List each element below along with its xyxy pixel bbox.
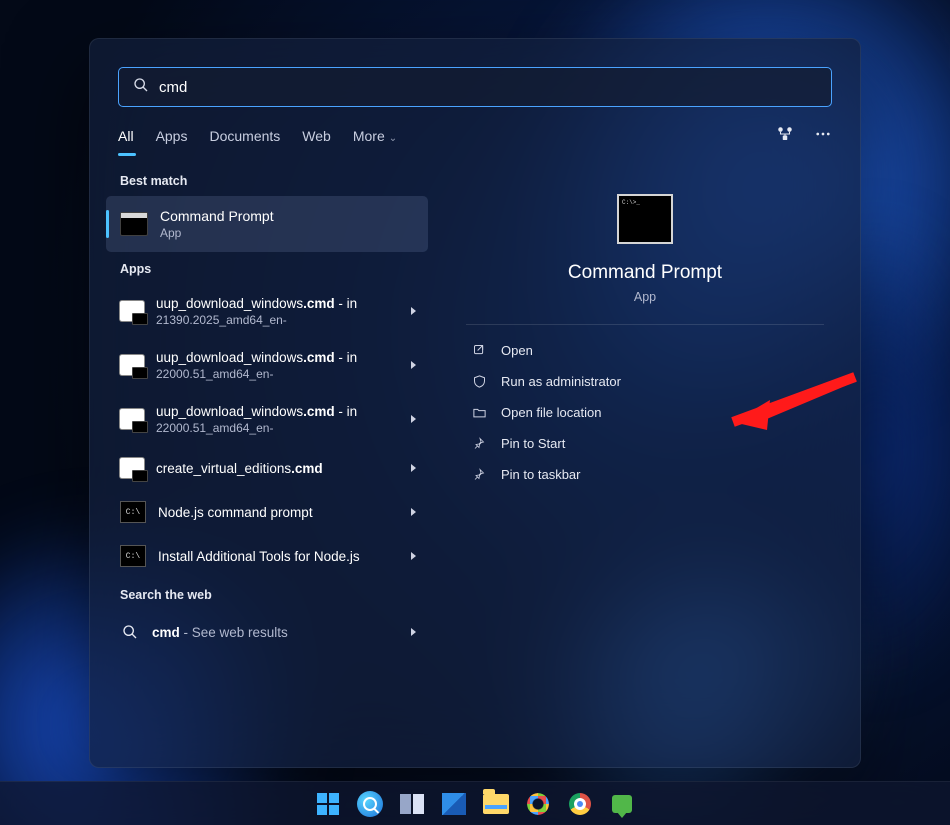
command-prompt-large-icon	[617, 194, 673, 244]
taskbar-chat[interactable]	[607, 789, 637, 819]
preview-pane: Command Prompt App Open Run as administr…	[442, 164, 848, 751]
app-result-item[interactable]: C:\ Node.js command prompt	[106, 490, 428, 534]
filter-tab-all[interactable]: All	[118, 128, 134, 154]
filter-tab-documents[interactable]: Documents	[209, 128, 280, 154]
taskbar-start-button[interactable]	[313, 789, 343, 819]
chevron-right-icon	[411, 415, 416, 423]
filter-tab-more[interactable]: More⌄	[353, 128, 397, 154]
app-result-item[interactable]: uup_download_windows.cmd - in 22000.51_a…	[106, 392, 428, 446]
taskbar-search-button[interactable]	[355, 789, 385, 819]
chevron-right-icon	[411, 552, 416, 560]
chevron-right-icon	[411, 508, 416, 516]
taskbar	[0, 781, 950, 825]
chevron-right-icon	[411, 464, 416, 472]
chevron-right-icon	[411, 307, 416, 315]
open-icon	[472, 343, 487, 358]
filter-row: All Apps Documents Web More⌄	[118, 125, 832, 156]
app-result-item[interactable]: C:\ Install Additional Tools for Node.js	[106, 534, 428, 578]
node-cmd-icon: C:\	[120, 501, 146, 523]
taskbar-chrome[interactable]	[565, 789, 595, 819]
node-cmd-icon: C:\	[120, 545, 146, 567]
chevron-right-icon	[411, 628, 416, 636]
search-box[interactable]	[118, 67, 832, 107]
filter-tab-web[interactable]: Web	[302, 128, 331, 154]
best-match-title: Command Prompt	[160, 208, 414, 224]
app-result-item[interactable]: uup_download_windows.cmd - in 21390.2025…	[106, 284, 428, 338]
taskbar-taskview-button[interactable]	[397, 789, 427, 819]
web-result-item[interactable]: cmd - See web results	[106, 610, 428, 654]
search-web-label: Search the web	[120, 588, 428, 602]
taskbar-widgets-button[interactable]	[439, 789, 469, 819]
command-prompt-icon	[120, 212, 148, 236]
cmd-file-icon	[120, 355, 144, 375]
best-match-subtitle: App	[160, 226, 414, 240]
action-open-file-location[interactable]: Open file location	[466, 397, 824, 428]
pin-icon	[472, 467, 487, 482]
start-search-panel: All Apps Documents Web More⌄ Best match …	[89, 38, 861, 768]
action-pin-to-start[interactable]: Pin to Start	[466, 428, 824, 459]
more-options-icon[interactable]	[814, 125, 832, 146]
app-result-item[interactable]: uup_download_windows.cmd - in 22000.51_a…	[106, 338, 428, 392]
taskbar-app-circle[interactable]	[523, 789, 553, 819]
best-match-item[interactable]: Command Prompt App	[106, 196, 428, 252]
search-icon	[133, 77, 149, 98]
flow-icon[interactable]	[776, 125, 794, 146]
shield-icon	[472, 374, 487, 389]
folder-icon	[472, 405, 487, 420]
search-input[interactable]	[159, 79, 817, 96]
chevron-right-icon	[411, 361, 416, 369]
app-result-item[interactable]: create_virtual_editions.cmd	[106, 446, 428, 490]
best-match-label: Best match	[120, 174, 428, 188]
filter-tab-apps[interactable]: Apps	[156, 128, 188, 154]
preview-subtitle: App	[466, 290, 824, 304]
taskbar-file-explorer[interactable]	[481, 789, 511, 819]
search-icon	[120, 622, 140, 642]
cmd-file-icon	[120, 409, 144, 429]
action-run-as-admin[interactable]: Run as administrator	[466, 366, 824, 397]
results-column: Best match Command Prompt App Apps uup_d…	[102, 164, 432, 751]
preview-title: Command Prompt	[466, 262, 824, 284]
apps-label: Apps	[120, 262, 428, 276]
action-pin-to-taskbar[interactable]: Pin to taskbar	[466, 459, 824, 490]
cmd-file-icon	[120, 301, 144, 321]
action-open[interactable]: Open	[466, 335, 824, 366]
cmd-file-icon	[120, 458, 144, 478]
pin-icon	[472, 436, 487, 451]
